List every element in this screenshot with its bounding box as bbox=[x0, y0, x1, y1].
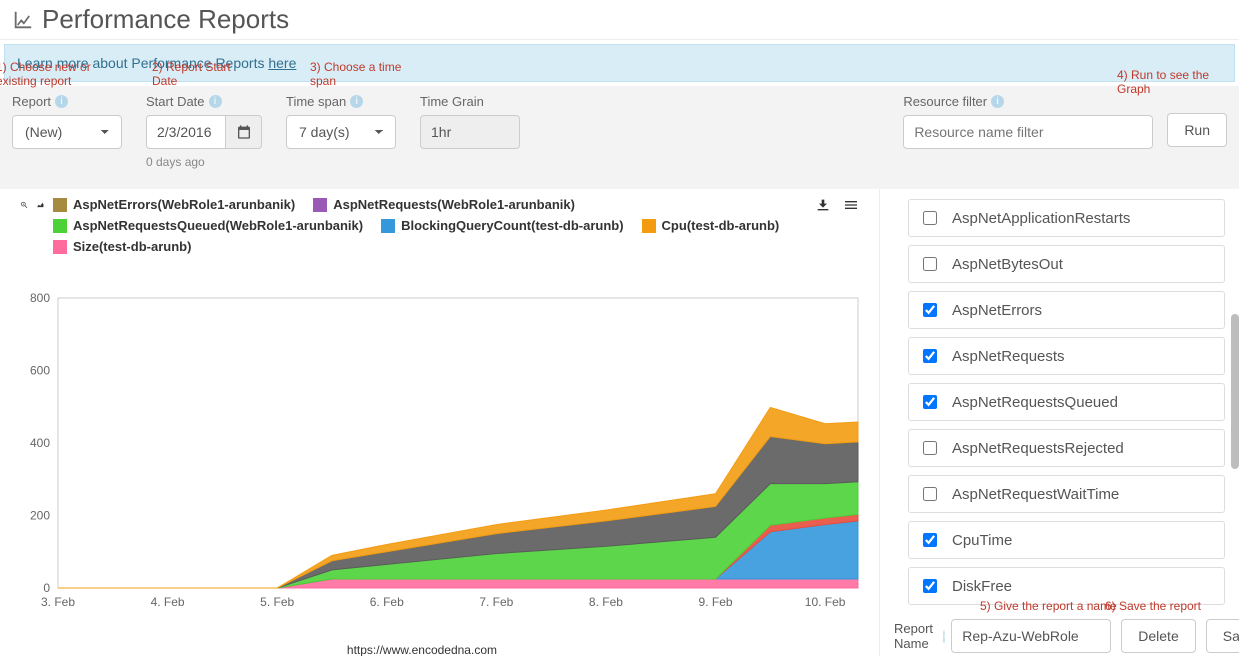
svg-text:4. Feb: 4. Feb bbox=[151, 595, 185, 609]
filter-item[interactable]: AspNetErrors bbox=[908, 291, 1225, 329]
legend-swatch bbox=[53, 240, 67, 254]
legend-item[interactable]: AspNetRequests(WebRole1-arunbanik) bbox=[313, 197, 575, 212]
chart-line-icon bbox=[12, 9, 34, 31]
resource-filter-input[interactable] bbox=[903, 115, 1153, 149]
filter-list[interactable]: AspNetApplicationRestarts AspNetBytesOut A… bbox=[880, 189, 1239, 609]
days-ago-text: 0 days ago bbox=[146, 155, 262, 169]
legend-swatch bbox=[53, 198, 67, 212]
svg-text:800: 800 bbox=[30, 291, 50, 305]
filter-label: AspNetApplicationRestarts bbox=[952, 210, 1130, 227]
startdate-group: Start Datei 0 days ago bbox=[146, 94, 262, 169]
filter-label: AspNetRequestsRejected bbox=[952, 440, 1124, 457]
legend-item[interactable]: BlockingQueryCount(test-db-arunb) bbox=[381, 218, 623, 233]
menu-icon[interactable] bbox=[843, 197, 859, 213]
watermark-text: https://www.encodedna.com bbox=[347, 643, 497, 656]
filter-checkbox[interactable] bbox=[923, 303, 937, 317]
download-icon[interactable] bbox=[815, 197, 831, 213]
annotation-3: 3) Choose a time span bbox=[310, 60, 430, 88]
zoom-in-icon[interactable] bbox=[20, 197, 28, 213]
filter-checkbox[interactable] bbox=[923, 395, 937, 409]
save-bar: 5) Give the report a name 6) Save the re… bbox=[880, 609, 1239, 656]
area-chart: 0 200 400 600 800 3. Feb 4. Feb 5. Feb 6. Feb 7. … bbox=[8, 258, 868, 618]
filter-label: AspNetErrors bbox=[952, 302, 1042, 319]
filter-label: AspNetRequestWaitTime bbox=[952, 486, 1119, 503]
filter-label: DiskFree bbox=[952, 578, 1012, 595]
save-button[interactable]: Save bbox=[1206, 619, 1239, 653]
filter-item[interactable]: AspNetRequestsQueued bbox=[908, 383, 1225, 421]
legend-item[interactable]: AspNetErrors(WebRole1-arunbanik) bbox=[53, 197, 295, 212]
svg-text:200: 200 bbox=[30, 509, 50, 523]
scrollbar-thumb[interactable] bbox=[1231, 314, 1239, 469]
svg-text:3. Feb: 3. Feb bbox=[41, 595, 75, 609]
report-select[interactable]: (New) bbox=[12, 115, 122, 149]
report-group: Reporti (New) bbox=[12, 94, 122, 169]
svg-text:6. Feb: 6. Feb bbox=[370, 595, 404, 609]
calendar-button[interactable] bbox=[226, 115, 262, 149]
annotation-2: 2) Report Start Date bbox=[152, 60, 252, 88]
side-panel: AspNetApplicationRestarts AspNetBytesOut A… bbox=[879, 189, 1239, 656]
filter-label: AspNetRequests bbox=[952, 348, 1065, 365]
annotation-1: 1) Choose new or existing report bbox=[0, 60, 126, 88]
svg-text:400: 400 bbox=[30, 436, 50, 450]
legend-swatch bbox=[53, 219, 67, 233]
area-chart-icon[interactable] bbox=[36, 197, 44, 213]
legend-swatch bbox=[313, 198, 327, 212]
svg-text:10. Feb: 10. Feb bbox=[805, 595, 846, 609]
filter-checkbox[interactable] bbox=[923, 211, 937, 225]
svg-text:600: 600 bbox=[30, 364, 50, 378]
page-header: Performance Reports bbox=[0, 0, 1239, 40]
filter-checkbox[interactable] bbox=[923, 257, 937, 271]
legend-item[interactable]: AspNetRequestsQueued(WebRole1-arunbanik) bbox=[53, 218, 363, 233]
annotation-5: 5) Give the report a name bbox=[980, 599, 1117, 613]
filter-checkbox[interactable] bbox=[923, 349, 937, 363]
svg-text:5. Feb: 5. Feb bbox=[260, 595, 294, 609]
filter-item[interactable]: AspNetRequestWaitTime bbox=[908, 475, 1225, 513]
filter-item[interactable]: AspNetRequests bbox=[908, 337, 1225, 375]
reportname-label: Report Name bbox=[894, 621, 933, 651]
learn-more-link[interactable]: here bbox=[268, 55, 296, 71]
filter-checkbox[interactable] bbox=[923, 441, 937, 455]
info-icon: i bbox=[55, 95, 68, 108]
filter-item[interactable]: AspNetBytesOut bbox=[908, 245, 1225, 283]
filter-checkbox[interactable] bbox=[923, 533, 937, 547]
info-icon: i bbox=[209, 95, 222, 108]
calendar-icon bbox=[236, 124, 252, 140]
legend-item[interactable]: Cpu(test-db-arunb) bbox=[642, 218, 780, 233]
chart-legend: AspNetErrors(WebRole1-arunbanik) AspNetRe… bbox=[53, 197, 807, 254]
svg-text:9. Feb: 9. Feb bbox=[699, 595, 733, 609]
resfilter-group: Resource filteri bbox=[903, 94, 1153, 149]
svg-text:8. Feb: 8. Feb bbox=[589, 595, 623, 609]
timegrain-input bbox=[420, 115, 520, 149]
filter-label: AspNetBytesOut bbox=[952, 256, 1063, 273]
info-icon: i bbox=[943, 630, 945, 643]
filter-checkbox[interactable] bbox=[923, 487, 937, 501]
filter-item[interactable]: AspNetApplicationRestarts bbox=[908, 199, 1225, 237]
svg-text:7. Feb: 7. Feb bbox=[479, 595, 513, 609]
annotation-6: 6) Save the report bbox=[1105, 599, 1201, 613]
timespan-select[interactable]: 7 day(s) bbox=[286, 115, 396, 149]
timegrain-group: Time Grain bbox=[420, 94, 520, 169]
svg-text:0: 0 bbox=[43, 581, 50, 595]
filter-label: CpuTime bbox=[952, 532, 1012, 549]
main-area: AspNetErrors(WebRole1-arunbanik) AspNetRe… bbox=[0, 189, 1239, 656]
info-icon: i bbox=[991, 95, 1004, 108]
filter-label: AspNetRequestsQueued bbox=[952, 394, 1118, 411]
delete-button[interactable]: Delete bbox=[1121, 619, 1195, 653]
run-button[interactable]: Run bbox=[1167, 113, 1227, 147]
page-title: Performance Reports bbox=[42, 4, 289, 35]
start-date-input[interactable] bbox=[146, 115, 226, 149]
controls-bar: 1) Choose new or existing report 2) Repo… bbox=[0, 86, 1239, 189]
legend-swatch bbox=[381, 219, 395, 233]
annotation-4: 4) Run to see the Graph bbox=[1117, 68, 1227, 96]
reportname-input[interactable] bbox=[951, 619, 1111, 653]
filter-checkbox[interactable] bbox=[923, 579, 937, 593]
info-icon: i bbox=[350, 95, 363, 108]
chart-panel: AspNetErrors(WebRole1-arunbanik) AspNetRe… bbox=[0, 189, 879, 656]
legend-item[interactable]: Size(test-db-arunb) bbox=[53, 239, 191, 254]
filter-item[interactable]: AspNetRequestsRejected bbox=[908, 429, 1225, 467]
timespan-group: Time spani 7 day(s) bbox=[286, 94, 396, 169]
filter-item[interactable]: CpuTime bbox=[908, 521, 1225, 559]
legend-swatch bbox=[642, 219, 656, 233]
